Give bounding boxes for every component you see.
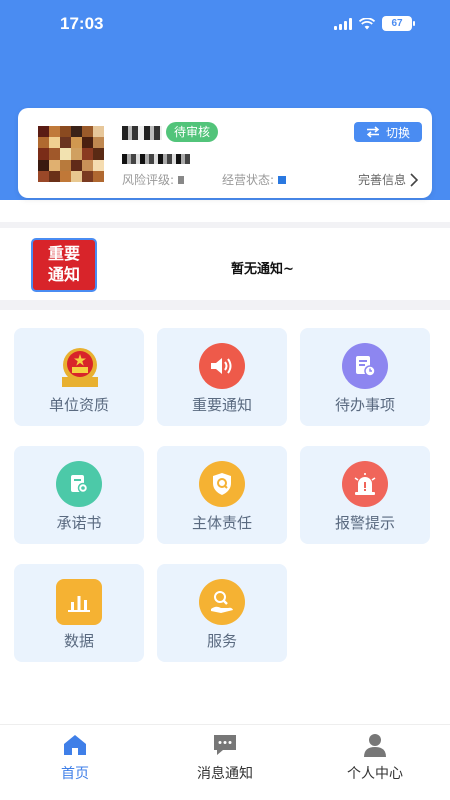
- risk-label: 风险评级:: [122, 173, 175, 187]
- company-subname-redacted: [122, 154, 190, 164]
- notice-text: 暂无通知~: [231, 262, 294, 277]
- grid-label: 待办事项: [334, 396, 395, 414]
- company-card[interactable]: 切换 风险评级: 经营状态: 完善信息: [18, 108, 432, 198]
- grid-label: 承诺书: [56, 514, 102, 532]
- bottom-tab-bar: 首页 消息通知 个人中心: [0, 724, 450, 800]
- bar-chart-icon: [56, 579, 102, 625]
- status-icons: 67: [334, 16, 415, 31]
- grid-item-important-notice[interactable]: 重要通知: [157, 328, 287, 426]
- status-badge: 待审核: [166, 122, 218, 142]
- grid-item-alarm-alert[interactable]: 报警提示: [300, 446, 430, 544]
- important-notice-logo: 重要 通知: [31, 238, 97, 292]
- company-name-redacted: [122, 126, 162, 140]
- grid-label: 数据: [63, 632, 94, 650]
- grid-item-service[interactable]: 服务: [157, 564, 287, 662]
- speaker-icon: [199, 343, 245, 389]
- tab-messages[interactable]: 消息通知: [150, 725, 300, 800]
- company-avatar: [38, 126, 104, 182]
- notice-logo-line2: 通知: [47, 265, 80, 284]
- message-icon: [214, 735, 236, 755]
- document-seal-icon: [56, 461, 102, 507]
- complete-info-link[interactable]: 完善信息: [358, 171, 418, 188]
- tab-label: 个人中心: [347, 766, 403, 782]
- grid-label: 主体责任: [191, 514, 252, 532]
- grid-item-todo[interactable]: 待办事项: [300, 328, 430, 426]
- complete-info-label: 完善信息: [357, 173, 406, 187]
- grid-item-commitment-letter[interactable]: 承诺书: [14, 446, 144, 544]
- signal-icon: [334, 17, 352, 30]
- status-time: 17:03: [60, 14, 104, 33]
- grid-item-unit-qualification[interactable]: 单位资质: [14, 328, 144, 426]
- grid-label: 报警提示: [334, 514, 395, 532]
- battery-icon: 67: [382, 16, 415, 31]
- grid-item-data[interactable]: 数据: [14, 564, 144, 662]
- business-value-redacted: [278, 175, 287, 184]
- person-icon: [364, 734, 386, 757]
- status-bar: 17:03 67: [0, 0, 450, 50]
- tab-profile[interactable]: 个人中心: [300, 725, 450, 800]
- grid-label: 服务: [206, 632, 237, 650]
- home-icon: [64, 735, 86, 755]
- national-emblem-icon: [56, 343, 104, 391]
- notice-strip[interactable]: 重要 通知 暂无通知~: [0, 222, 450, 300]
- business-label: 经营状态:: [222, 173, 275, 187]
- chevron-right-icon: [410, 172, 418, 187]
- section-divider: [0, 300, 450, 310]
- switch-button[interactable]: 切换: [354, 122, 422, 142]
- company-meta: 风险评级: 经营状态: 完善信息: [122, 171, 418, 188]
- shield-icon: [199, 461, 245, 507]
- tab-home[interactable]: 首页: [0, 725, 150, 800]
- alarm-icon: [342, 461, 388, 507]
- business-status: 经营状态:: [222, 171, 287, 188]
- grid-item-main-responsibility[interactable]: 主体责任: [157, 446, 287, 544]
- risk-value-redacted: [178, 175, 185, 184]
- grid-label: 单位资质: [48, 396, 109, 414]
- swap-arrows-icon: [366, 126, 380, 138]
- risk-rating: 风险评级:: [122, 171, 185, 188]
- wifi-icon: [359, 17, 375, 29]
- tab-label: 消息通知: [197, 766, 253, 782]
- document-clock-icon: [342, 343, 388, 389]
- switch-label: 切换: [385, 125, 410, 140]
- notice-logo-line1: 重要: [47, 244, 80, 263]
- service-hand-icon: [199, 579, 245, 625]
- grid-label: 重要通知: [191, 396, 252, 414]
- tab-label: 首页: [61, 766, 89, 782]
